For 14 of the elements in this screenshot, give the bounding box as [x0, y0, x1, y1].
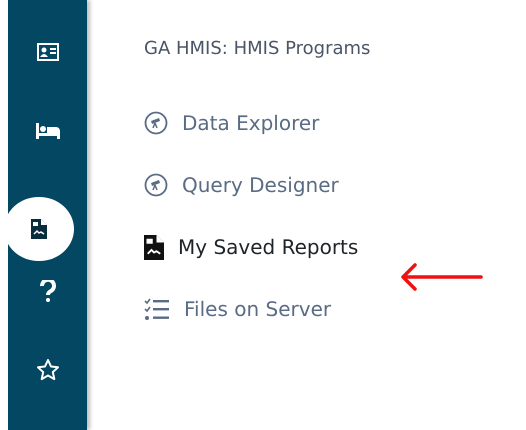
- menu-link[interactable]: My Saved Reports: [144, 227, 358, 267]
- telescope-icon: [144, 173, 168, 197]
- report-file-icon: [144, 234, 164, 260]
- help-icon: [40, 280, 56, 302]
- page-title: GA HMIS: HMIS Programs: [144, 38, 372, 59]
- checklist-icon: [144, 297, 170, 321]
- report-file-icon: [30, 219, 46, 239]
- id-card-icon: [36, 43, 58, 62]
- menu-link[interactable]: Data Explorer: [144, 103, 320, 143]
- star-icon: [36, 358, 60, 382]
- telescope-icon: [144, 111, 168, 135]
- menu-link[interactable]: Files on Server: [144, 289, 332, 329]
- bed-icon: [36, 123, 60, 140]
- menu-link[interactable]: Query Designer: [144, 165, 339, 205]
